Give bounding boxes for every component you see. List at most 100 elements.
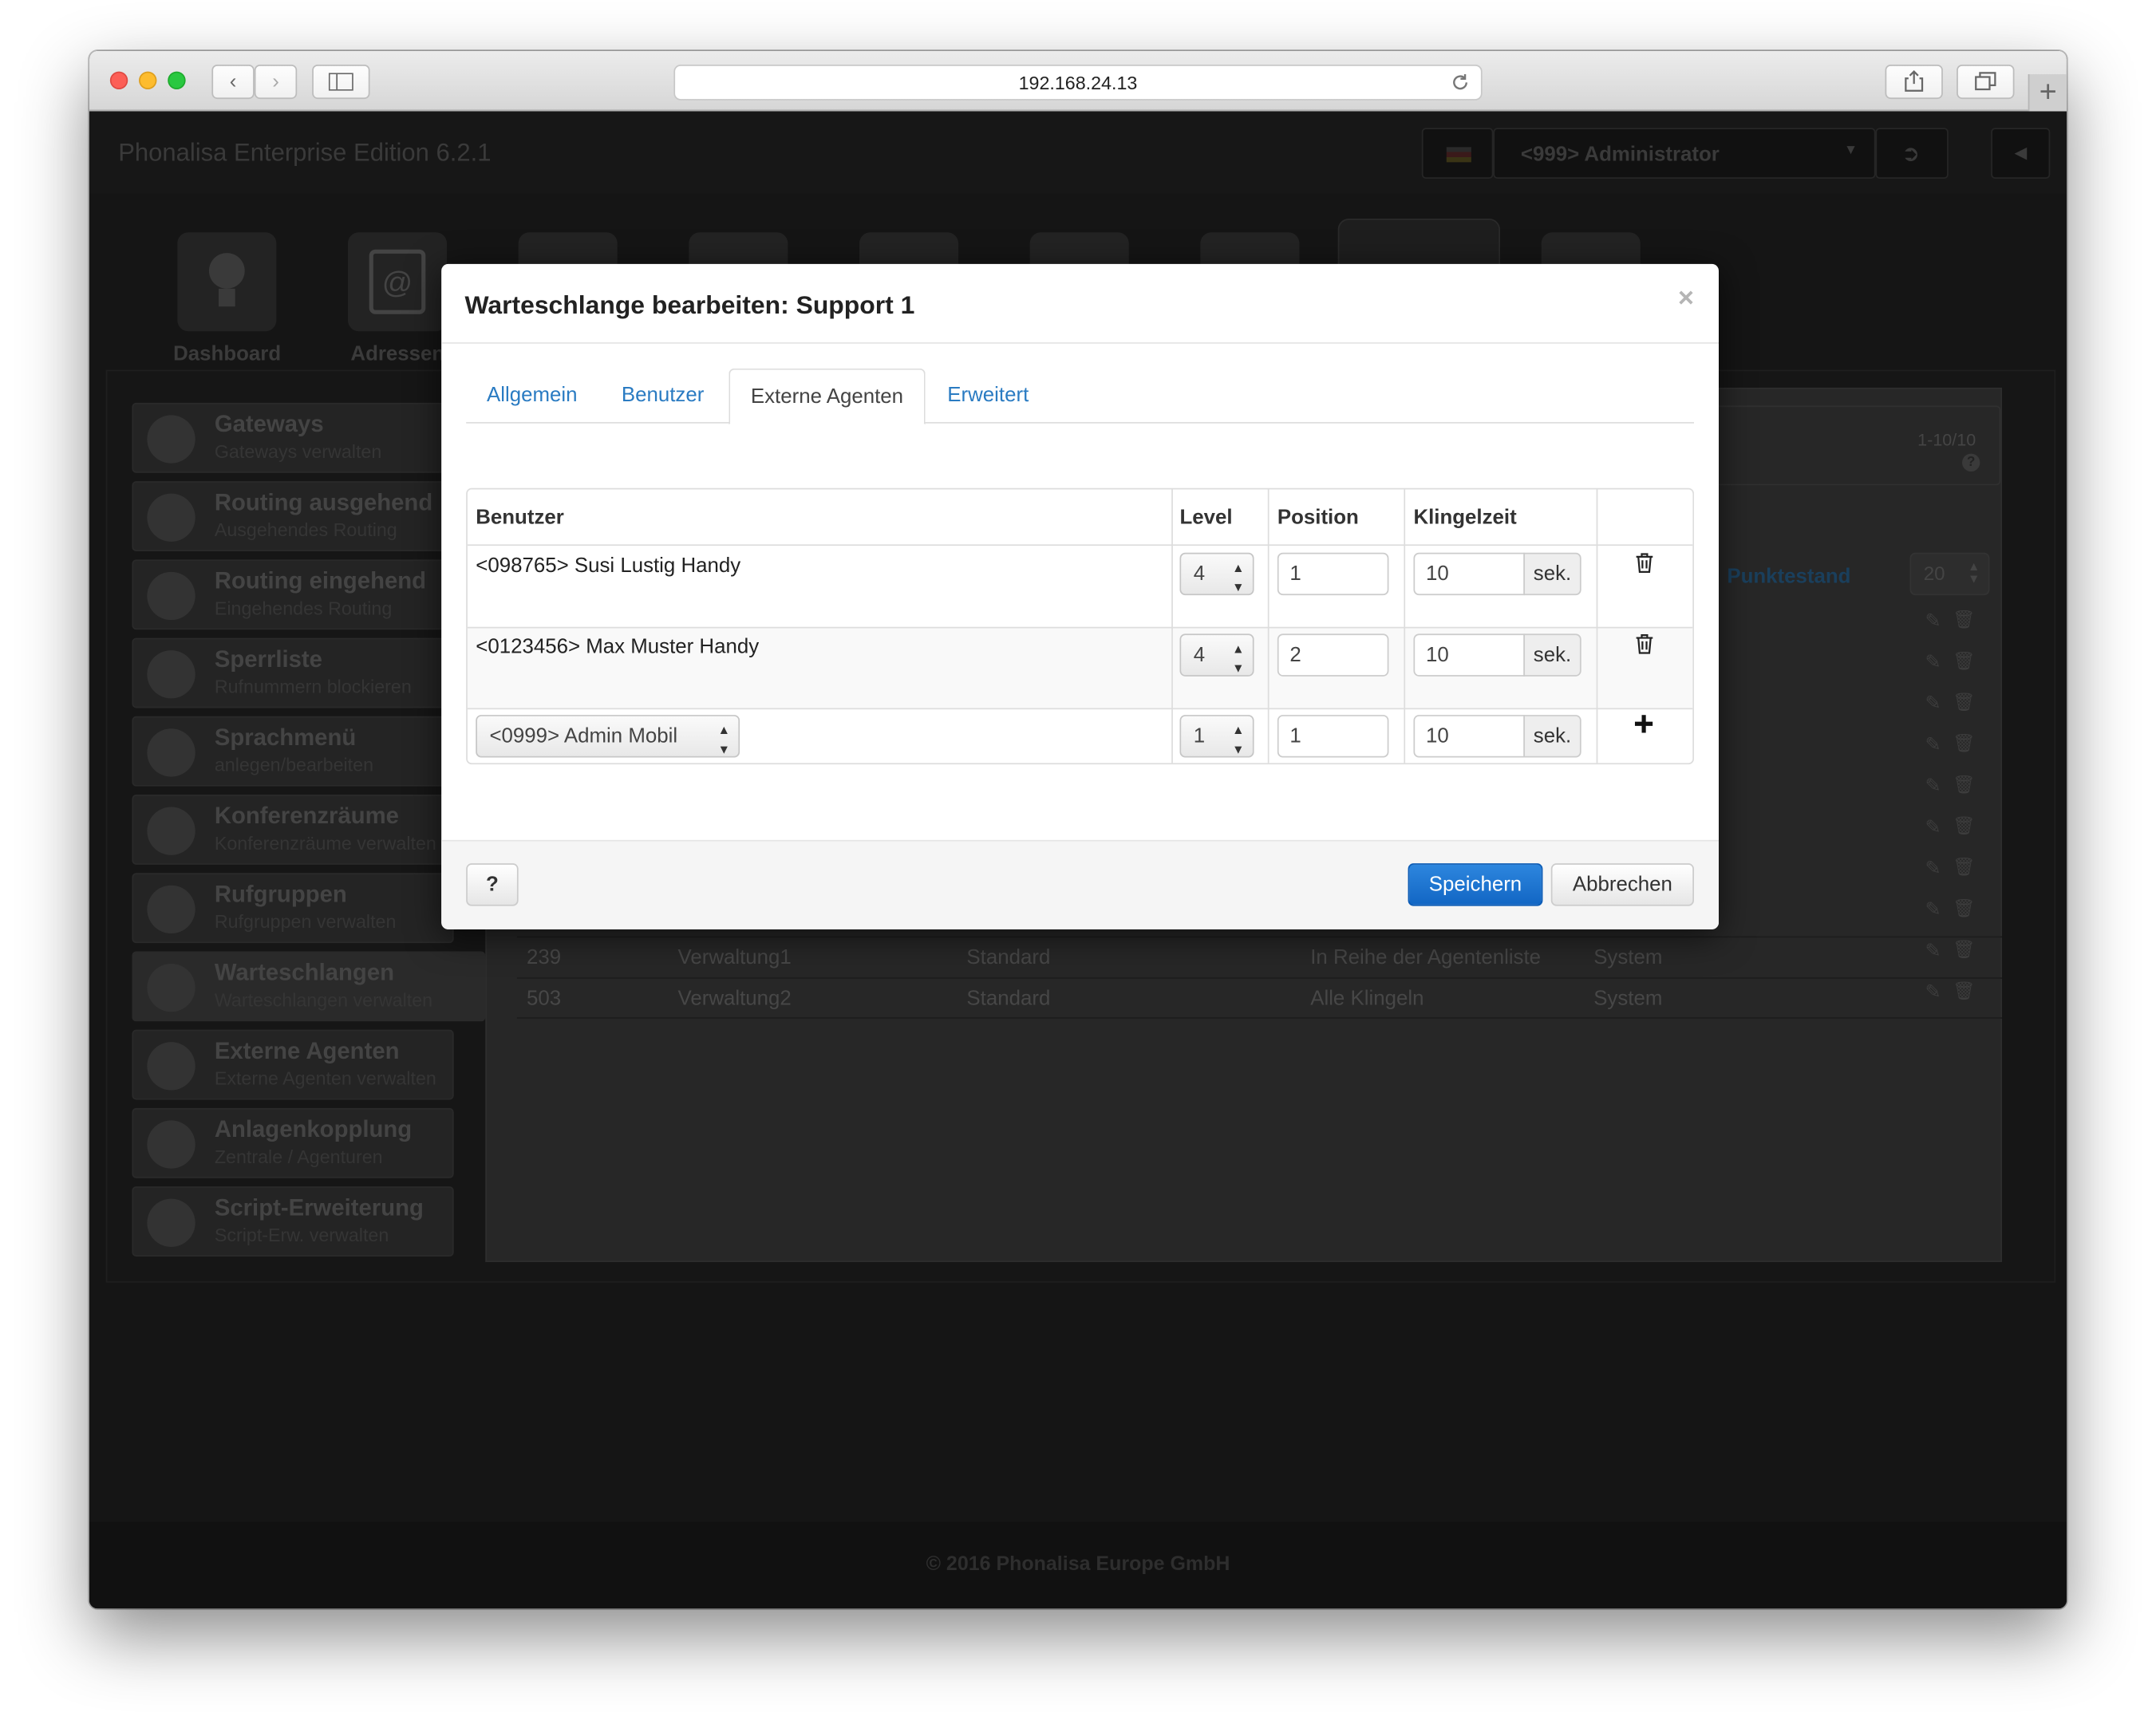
dialog-header: Warteschlange bearbeiten: Support 1 × <box>441 264 1719 344</box>
klingelzeit-input[interactable]: 10 <box>1413 715 1526 758</box>
cancel-button[interactable]: Abbrechen <box>1550 863 1694 906</box>
sidebar-item-gateways[interactable]: Gateways Gateways verwalten <box>132 402 454 473</box>
sidebar-item-sperrliste[interactable]: Sperrliste Rufnummern blockieren <box>132 637 454 708</box>
trash-icon[interactable]: 🗑 <box>1953 857 1975 879</box>
cell-besitzer: System <box>1593 945 1663 969</box>
svg-text:@: @ <box>382 266 413 300</box>
edit-icon[interactable]: ✎ <box>1925 650 1941 673</box>
sidebar-title: Sprachmenü <box>214 724 357 751</box>
trash-icon[interactable]: 🗑 <box>1953 609 1975 631</box>
cell-typ: Standard <box>966 987 1051 1011</box>
conference-icon <box>147 807 195 855</box>
share-icon <box>1905 70 1924 92</box>
tabs-icon <box>1975 72 1996 91</box>
nav-adressen[interactable]: @ <box>347 232 448 332</box>
level-select[interactable]: 1 ▲ ▼ <box>1179 715 1254 758</box>
help-button[interactable]: ? <box>466 863 519 906</box>
edit-icon[interactable]: ✎ <box>1925 732 1941 756</box>
back-button[interactable]: ‹ <box>211 64 255 100</box>
tab-benutzer[interactable]: Benutzer <box>601 369 725 424</box>
dialog-footer: ? Speichern Abbrechen <box>441 839 1719 929</box>
edit-icon[interactable]: ✎ <box>1925 815 1941 838</box>
divider <box>1267 489 1270 763</box>
sidebar-subtitle: Gateways verwalten <box>214 441 382 462</box>
klingelzeit-input[interactable]: 10 <box>1413 633 1526 677</box>
app-header: Phonalisa Enterprise Edition 6.2.1 <999>… <box>89 111 2067 194</box>
dialog-title: Warteschlange bearbeiten: Support 1 <box>464 290 915 319</box>
sort-column-header[interactable]: Punktestand <box>1727 565 1850 588</box>
edit-icon[interactable]: ✎ <box>1925 857 1941 880</box>
trash-icon[interactable]: 🗑 <box>1953 650 1975 673</box>
table-row[interactable]: 239 Verwaltung1 Standard In Reihe der Ag… <box>516 936 2002 977</box>
page-size-select[interactable]: 20 ▲ ▼ <box>1909 552 1990 596</box>
new-tab-button[interactable]: + <box>2028 74 2067 113</box>
edit-icon[interactable]: ✎ <box>1925 692 1941 715</box>
sidebar-item-konferenzraeume[interactable]: Konferenzräume Konferenzräume verwalten <box>132 795 454 865</box>
trash-icon[interactable]: 🗑 <box>1953 732 1975 755</box>
table-row[interactable]: 503 Verwaltung2 Standard Alle Klingeln S… <box>516 977 2002 1019</box>
save-button[interactable]: Speichern <box>1408 863 1543 906</box>
chevron-updown-icon: ▲ ▼ <box>717 723 731 756</box>
sidebar-subtitle: Ausgehendes Routing <box>214 519 397 541</box>
minimize-window-button[interactable] <box>139 71 157 90</box>
tab-erweitert[interactable]: Erweitert <box>926 369 1049 424</box>
chevron-updown-icon: ▲ ▼ <box>1232 723 1245 756</box>
close-icon[interactable]: × <box>1678 283 1694 315</box>
edit-icon[interactable]: ✎ <box>1925 898 1941 921</box>
sidebar-item-rufgruppen[interactable]: Rufgruppen Rufgruppen verwalten <box>132 873 454 944</box>
trash-icon[interactable]: 🗑 <box>1953 898 1975 920</box>
position-input[interactable]: 1 <box>1277 715 1389 758</box>
trash-icon[interactable]: 🗑 <box>1953 692 1975 714</box>
plus-icon[interactable] <box>1634 715 1653 738</box>
sidebar-item-warteschlangen[interactable]: Warteschlangen Warteschlangen verwalten <box>132 951 486 1022</box>
close-window-button[interactable] <box>109 71 128 90</box>
share-button[interactable] <box>1885 64 1943 100</box>
tabs-overview-button[interactable] <box>1957 64 2015 100</box>
sidebar-item-sprachmenue[interactable]: Sprachmenü anlegen/bearbeiten <box>132 716 454 787</box>
chevron-updown-icon: ▲ ▼ <box>1968 559 1980 586</box>
address-bar[interactable]: 192.168.24.13 <box>673 64 1483 101</box>
trash-icon[interactable] <box>1635 633 1654 660</box>
agent-select[interactable]: <0999> Admin Mobil ▲ ▼ <box>476 715 740 758</box>
tab-externe-agenten[interactable]: Externe Agenten <box>729 368 926 425</box>
sidebar-title: Routing ausgehend <box>214 489 433 516</box>
edit-icon[interactable]: ✎ <box>1925 609 1941 632</box>
collapse-button[interactable]: ◀ <box>1991 128 2051 180</box>
reload-icon[interactable] <box>1451 73 1470 92</box>
sidebar-title: Sperrliste <box>214 645 322 673</box>
level-select[interactable]: 4 ▲ ▼ <box>1179 552 1254 596</box>
sidebar-item-routing-ausgehend[interactable]: Routing ausgehend Ausgehendes Routing <box>132 481 454 552</box>
forward-button[interactable]: › <box>254 64 298 100</box>
logout-button[interactable]: ➲ <box>1875 128 1949 180</box>
lightbulb-icon <box>208 253 245 307</box>
sidebar-item-externe-agenten[interactable]: Externe Agenten Externe Agenten verwalten <box>132 1029 454 1100</box>
zoom-window-button[interactable] <box>168 71 186 90</box>
language-selector[interactable] <box>1421 128 1494 180</box>
edit-icon[interactable]: ✎ <box>1925 774 1941 797</box>
trash-icon[interactable] <box>1635 553 1654 579</box>
divider <box>467 708 1693 710</box>
nav-dashboard[interactable] <box>177 232 277 332</box>
agents-table: Benutzer Level Position Klingelzeit <098… <box>466 487 1694 765</box>
level-select[interactable]: 4 ▲ ▼ <box>1179 633 1254 677</box>
position-input[interactable]: 1 <box>1277 552 1389 596</box>
app-title: Phonalisa Enterprise Edition 6.2.1 <box>118 139 492 167</box>
seconds-addon: sek. <box>1523 715 1581 758</box>
help-icon[interactable]: ? <box>1962 453 1980 472</box>
chevron-updown-icon: ▲ ▼ <box>1232 641 1245 676</box>
klingelzeit-input[interactable]: 10 <box>1413 552 1526 596</box>
trash-icon[interactable]: 🗑 <box>1953 815 1975 838</box>
tab-allgemein[interactable]: Allgemein <box>466 369 598 424</box>
sidebar-item-script-erweiterung[interactable]: Script-Erweiterung Script-Erw. verwalten <box>132 1186 454 1257</box>
position-input[interactable]: 2 <box>1277 633 1389 677</box>
users-icon <box>147 1042 195 1091</box>
user-menu[interactable]: <999> Administrator ▼ <box>1493 128 1876 180</box>
sidebar-item-routing-eingehend[interactable]: Routing eingehend Eingehendes Routing <box>132 559 454 630</box>
sidebar-item-anlagenkopplung[interactable]: Anlagenkopplung Zentrale / Agenturen <box>132 1107 454 1178</box>
page-size-value: 20 <box>1923 562 1945 585</box>
agent-select-value: <0999> Admin Mobil <box>489 724 678 748</box>
trash-icon[interactable]: 🗑 <box>1953 774 1975 796</box>
pager-text: 1-10/10 <box>1917 430 1976 450</box>
chat-bubbles-icon <box>147 1120 195 1169</box>
sidebar-toggle-button[interactable] <box>312 64 370 100</box>
